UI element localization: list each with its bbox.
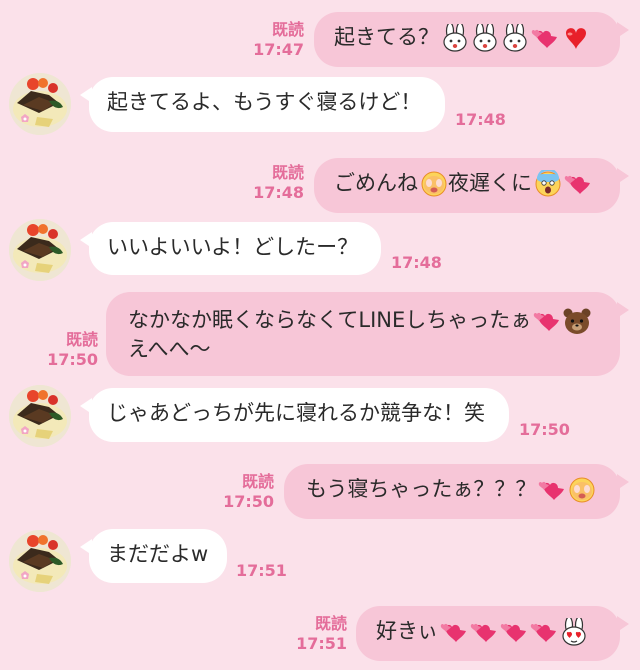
message-text: 起きてるよ、もうすぐ寝るけど！ bbox=[107, 90, 422, 114]
message-bubble[interactable]: ごめんね 夜遅くに bbox=[314, 158, 629, 213]
pink-hearts-icon bbox=[500, 623, 527, 642]
message-time: 17:50 bbox=[223, 492, 274, 511]
avatar[interactable] bbox=[9, 219, 71, 281]
read-receipt: 既読 bbox=[314, 614, 347, 633]
avatar[interactable] bbox=[9, 385, 71, 447]
read-receipt: 既読 bbox=[271, 20, 304, 39]
bunny-shocked-icon bbox=[443, 24, 467, 52]
read-receipt: 既読 bbox=[241, 472, 274, 491]
message-time: 17:51 bbox=[296, 634, 347, 653]
message-bubble[interactable]: じゃあどっちが先に寝れるか競争な！笑 bbox=[80, 388, 509, 442]
pink-hearts-icon bbox=[470, 623, 497, 642]
crying-face-icon bbox=[569, 477, 595, 503]
message-text: まだだよw bbox=[107, 542, 209, 566]
message-text-line2: えへへ〜 bbox=[128, 337, 211, 361]
message-text: いいよいいよ！どしたー？ bbox=[107, 235, 359, 259]
pink-hearts-icon bbox=[534, 312, 560, 331]
message-text: 起きてる？ bbox=[334, 25, 439, 49]
message-text-part: 夜遅くに bbox=[448, 171, 532, 195]
message-bubble[interactable]: 起きてる？ bbox=[314, 12, 629, 67]
message-time: 17:50 bbox=[47, 350, 98, 369]
message-text: じゃあどっちが先に寝れるか競争な！笑 bbox=[107, 401, 485, 425]
message-text: もう寝ちゃったぁ？？？ bbox=[306, 477, 537, 501]
message-bubble[interactable]: いいよいいよ！どしたー？ bbox=[80, 222, 381, 275]
message-text: なかなか眠くならなくてLINEしちゃったぁ bbox=[128, 308, 532, 332]
bunny-laugh-icon bbox=[473, 24, 497, 52]
message-time: 17:48 bbox=[253, 183, 304, 202]
message-bubble[interactable]: 起きてるよ、もうすぐ寝るけど！ bbox=[80, 77, 445, 132]
bunny-kiss-icon bbox=[503, 24, 527, 52]
pink-hearts-icon bbox=[440, 623, 467, 642]
message-bubble[interactable]: もう寝ちゃったぁ？？？ bbox=[284, 464, 629, 519]
message-text: 好きぃ bbox=[376, 619, 439, 643]
message-bubble[interactable]: まだだよw bbox=[80, 529, 227, 583]
avatar[interactable] bbox=[9, 530, 71, 592]
bear-face-icon bbox=[563, 308, 591, 334]
pink-hearts-icon bbox=[539, 481, 565, 500]
bunny-heart-eyes-icon bbox=[562, 618, 586, 646]
message-bubble[interactable]: 好きぃ bbox=[356, 606, 629, 661]
message-text: ごめんね bbox=[334, 171, 418, 195]
message-time: 17:50 bbox=[519, 420, 570, 439]
read-receipt: 既読 bbox=[271, 163, 304, 182]
message-bubble[interactable]: なかなか眠くならなくてLINEしちゃったぁ えへへ〜 bbox=[106, 292, 629, 376]
read-receipt: 既読 bbox=[65, 330, 98, 349]
avatar[interactable] bbox=[9, 73, 71, 135]
message-time: 17:51 bbox=[236, 561, 287, 580]
message-time: 17:47 bbox=[253, 40, 304, 59]
crying-face-icon bbox=[421, 171, 447, 197]
screaming-face-icon bbox=[535, 170, 561, 197]
pink-hearts-icon bbox=[531, 29, 557, 48]
red-heart-icon bbox=[566, 28, 586, 49]
pink-hearts-icon bbox=[530, 623, 557, 642]
message-time: 17:48 bbox=[455, 110, 506, 129]
message-time: 17:48 bbox=[391, 253, 442, 272]
pink-hearts-icon bbox=[564, 175, 590, 194]
